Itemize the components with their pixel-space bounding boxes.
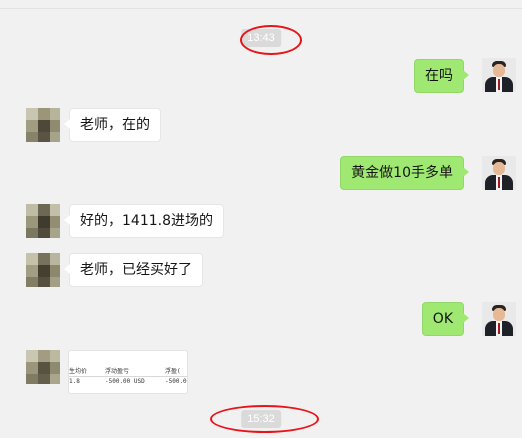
- contact-avatar[interactable]: [26, 350, 60, 384]
- header-floating-pl: 浮动盈亏: [105, 368, 130, 375]
- person-suit-icon: [482, 58, 516, 92]
- pixelated-avatar-icon: [26, 108, 60, 142]
- contact-avatar[interactable]: [26, 253, 60, 287]
- contact-avatar[interactable]: [26, 108, 60, 142]
- message-bubble-contact[interactable]: 老师，已经买好了: [64, 253, 203, 287]
- self-avatar[interactable]: [482, 156, 516, 190]
- header-avg-price: 生均价: [69, 368, 88, 375]
- person-suit-icon: [482, 156, 516, 190]
- image-message-trade-screenshot[interactable]: 生均价 浮动盈亏 浮盈( 1.8 -500.00 USD -500.0: [68, 350, 188, 394]
- message-bubble-contact[interactable]: 好的，1411.8进场的: [64, 204, 224, 238]
- top-divider: [0, 8, 522, 9]
- person-suit-icon: [482, 302, 516, 336]
- message-bubble-self[interactable]: 在吗: [414, 59, 469, 93]
- annotation-circle-2: [210, 405, 319, 433]
- pixelated-avatar-icon: [26, 253, 60, 287]
- self-avatar[interactable]: [482, 302, 516, 336]
- message-bubble-contact[interactable]: 老师，在的: [64, 108, 161, 142]
- table-divider: [69, 376, 187, 377]
- message-bubble-self[interactable]: OK: [421, 302, 470, 336]
- annotation-circle-1: [240, 25, 302, 55]
- pixelated-avatar-icon: [26, 204, 60, 238]
- value-floating-pl: -500.00 USD: [105, 378, 145, 385]
- contact-avatar[interactable]: [26, 204, 60, 238]
- value-floating-profit: -500.0: [165, 378, 187, 385]
- value-avg-price: 1.8: [69, 378, 80, 385]
- pixelated-avatar-icon: [26, 350, 60, 384]
- message-bubble-self[interactable]: 黄金做10手多单: [340, 156, 469, 190]
- self-avatar[interactable]: [482, 58, 516, 92]
- header-floating-profit: 浮盈(: [165, 368, 181, 375]
